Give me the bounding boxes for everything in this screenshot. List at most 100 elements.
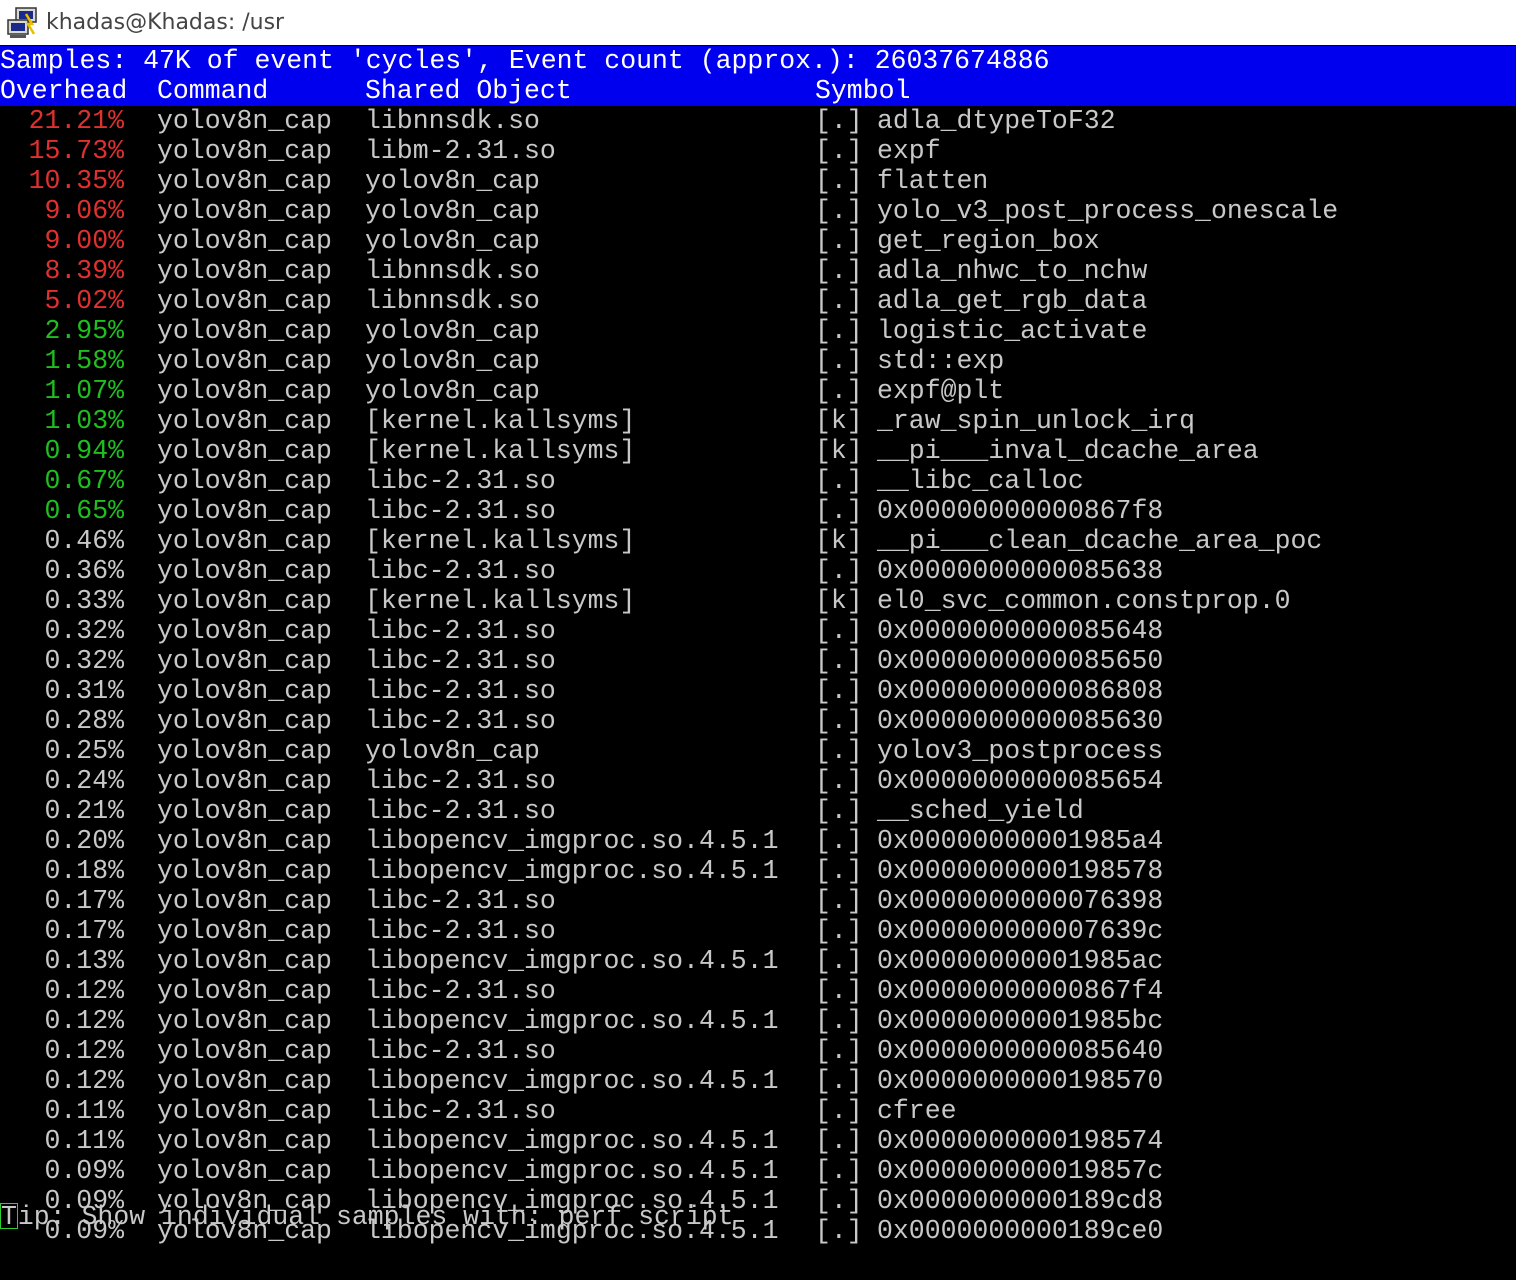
command-cell: yolov8n_cap [157,406,332,436]
overhead-cell: 1.07% [44,376,124,406]
symbol-type-cell: [k] [815,436,863,466]
tip-line: Tip: Show individual samples with: perf … [0,1202,734,1232]
table-row[interactable]: 21.21% yolov8n_cap libnnsdk.so [.] adla_dtyp… [0,106,1516,136]
table-row[interactable]: 1.03% yolov8n_cap [kernel.kallsyms] [k] _raw… [0,406,1516,436]
symbol-cell: 0x0000000000085654 [877,766,1164,796]
symbol-cell: 0x00000000000867f8 [877,496,1164,526]
overhead-cell: 0.13% [44,946,124,976]
window-title: khadas@Khadas: /usr [46,10,285,35]
shared-object-cell: yolov8n_cap [365,376,540,406]
shared-object-cell: libnnsdk.so [365,106,540,136]
command-cell: yolov8n_cap [157,616,332,646]
shared-object-cell: libc-2.31.so [365,706,556,736]
shared-object-cell: yolov8n_cap [365,316,540,346]
command-cell: yolov8n_cap [157,226,332,256]
table-row[interactable]: 0.25% yolov8n_cap yolov8n_cap [.] yolov3_pos… [0,736,1516,766]
shared-object-cell: libopencv_imgproc.so.4.5.1 [365,1156,779,1186]
symbol-type-cell: [k] [815,526,863,556]
table-row[interactable]: 8.39% yolov8n_cap libnnsdk.so [.] adla_nhwc_… [0,256,1516,286]
table-row[interactable]: 0.28% yolov8n_cap libc-2.31.so [.] 0x0000000… [0,706,1516,736]
command-cell: yolov8n_cap [157,1156,332,1186]
symbol-type-cell: [.] [815,706,863,736]
table-row[interactable]: 0.12% yolov8n_cap libopencv_imgproc.so.4.5… [0,1066,1516,1096]
command-cell: yolov8n_cap [157,526,332,556]
symbol-type-cell: [k] [815,586,863,616]
column-header-shared-object[interactable]: Shared Object [365,76,572,106]
symbol-type-cell: [.] [815,1156,863,1186]
symbol-type-cell: [.] [815,256,863,286]
symbol-type-cell: [.] [815,466,863,496]
symbol-cell: el0_svc_common.constprop.0 [877,586,1291,616]
command-cell: yolov8n_cap [157,1096,332,1126]
symbol-cell: 0x00000000001985a4 [877,826,1164,856]
table-row[interactable]: 0.17% yolov8n_cap libc-2.31.so [.] 0x0000000… [0,886,1516,916]
shared-object-cell: libnnsdk.so [365,286,540,316]
table-row[interactable]: 0.12% yolov8n_cap libopencv_imgproc.so.4.5… [0,1006,1516,1036]
table-row[interactable]: 0.12% yolov8n_cap libc-2.31.so [.] 0x0000000… [0,1036,1516,1066]
table-row[interactable]: 0.46% yolov8n_cap [kernel.kallsyms] [k] __pi… [0,526,1516,556]
table-row[interactable]: 15.73% yolov8n_cap libm-2.31.so [.] expf [0,136,1516,166]
terminal-screen[interactable]: Samples: 47K of event 'cycles', Event co… [0,46,1516,1280]
symbol-type-cell: [.] [815,1126,863,1156]
title-bar: khadas@Khadas: /usr [0,0,1516,45]
symbol-type-cell: [.] [815,796,863,826]
column-header-overhead[interactable]: Overhead [0,76,127,106]
table-row[interactable]: 0.67% yolov8n_cap libc-2.31.so [.] __libc_ca… [0,466,1516,496]
table-row[interactable]: 0.24% yolov8n_cap libc-2.31.so [.] 0x0000000… [0,766,1516,796]
table-row[interactable]: 5.02% yolov8n_cap libnnsdk.so [.] adla_get_r… [0,286,1516,316]
symbol-cell: 0x0000000000085650 [877,646,1164,676]
table-row[interactable]: 0.13% yolov8n_cap libopencv_imgproc.so.4.5… [0,946,1516,976]
table-row[interactable]: 1.07% yolov8n_cap yolov8n_cap [.] expf@plt [0,376,1516,406]
overhead-cell: 2.95% [44,316,124,346]
overhead-cell: 0.18% [44,856,124,886]
command-cell: yolov8n_cap [157,916,332,946]
overhead-cell: 0.65% [44,496,124,526]
table-row[interactable]: 9.00% yolov8n_cap yolov8n_cap [.] get_region… [0,226,1516,256]
table-row[interactable]: 0.11% yolov8n_cap libc-2.31.so [.] cfree [0,1096,1516,1126]
table-row[interactable]: 0.65% yolov8n_cap libc-2.31.so [.] 0x0000000… [0,496,1516,526]
command-cell: yolov8n_cap [157,826,332,856]
command-cell: yolov8n_cap [157,286,332,316]
table-row[interactable]: 0.33% yolov8n_cap [kernel.kallsyms] [k] el0_… [0,586,1516,616]
column-header-command[interactable]: Command [157,76,268,106]
table-row[interactable]: 0.32% yolov8n_cap libc-2.31.so [.] 0x0000000… [0,616,1516,646]
shared-object-cell: libopencv_imgproc.so.4.5.1 [365,1066,779,1096]
overhead-cell: 0.12% [44,1006,124,1036]
symbol-cell: std::exp [877,346,1005,376]
shared-object-cell: libopencv_imgproc.so.4.5.1 [365,856,779,886]
symbol-cell: __sched_yield [877,796,1084,826]
table-row[interactable]: 0.09% yolov8n_cap libopencv_imgproc.so.4.5… [0,1156,1516,1186]
table-row[interactable]: 0.32% yolov8n_cap libc-2.31.so [.] 0x0000000… [0,646,1516,676]
table-row[interactable]: 0.94% yolov8n_cap [kernel.kallsyms] [k] __pi… [0,436,1516,466]
table-row[interactable]: 10.35% yolov8n_cap yolov8n_cap [.] flatten [0,166,1516,196]
table-row[interactable]: 0.18% yolov8n_cap libopencv_imgproc.so.4.5… [0,856,1516,886]
symbol-cell: yolo_v3_post_process_onescale [877,196,1339,226]
shared-object-cell: libc-2.31.so [365,1096,556,1126]
table-row[interactable]: 1.58% yolov8n_cap yolov8n_cap [.] std::exp [0,346,1516,376]
overhead-cell: 0.25% [44,736,124,766]
table-row[interactable]: 0.11% yolov8n_cap libopencv_imgproc.so.4.5… [0,1126,1516,1156]
table-row[interactable]: 0.17% yolov8n_cap libc-2.31.so [.] 0x0000000… [0,916,1516,946]
overhead-cell: 0.17% [44,886,124,916]
symbol-type-cell: [k] [815,406,863,436]
table-row[interactable]: 0.36% yolov8n_cap libc-2.31.so [.] 0x0000000… [0,556,1516,586]
symbol-type-cell: [.] [815,346,863,376]
table-row[interactable]: 0.20% yolov8n_cap libopencv_imgproc.so.4.5… [0,826,1516,856]
overhead-cell: 0.33% [44,586,124,616]
symbol-type-cell: [.] [815,1216,863,1246]
table-row[interactable]: 0.12% yolov8n_cap libc-2.31.so [.] 0x0000000… [0,976,1516,1006]
shared-object-cell: libopencv_imgproc.so.4.5.1 [365,1126,779,1156]
shared-object-cell: [kernel.kallsyms] [365,586,636,616]
samples-summary: Samples: 47K of event 'cycles', Event co… [0,46,1516,76]
symbol-cell: expf [877,136,941,166]
symbol-cell: 0x0000000000086808 [877,676,1164,706]
symbol-cell: 0x000000000007639c [877,916,1164,946]
table-row[interactable]: 2.95% yolov8n_cap yolov8n_cap [.] logistic_a… [0,316,1516,346]
putty-terminal-icon[interactable] [6,6,40,40]
column-header-symbol[interactable]: Symbol [815,76,910,106]
symbol-type-cell: [.] [815,736,863,766]
table-row[interactable]: 0.31% yolov8n_cap libc-2.31.so [.] 0x0000000… [0,676,1516,706]
table-row[interactable]: 9.06% yolov8n_cap yolov8n_cap [.] yolo_v3_po… [0,196,1516,226]
command-cell: yolov8n_cap [157,766,332,796]
table-row[interactable]: 0.21% yolov8n_cap libc-2.31.so [.] __sched_y… [0,796,1516,826]
